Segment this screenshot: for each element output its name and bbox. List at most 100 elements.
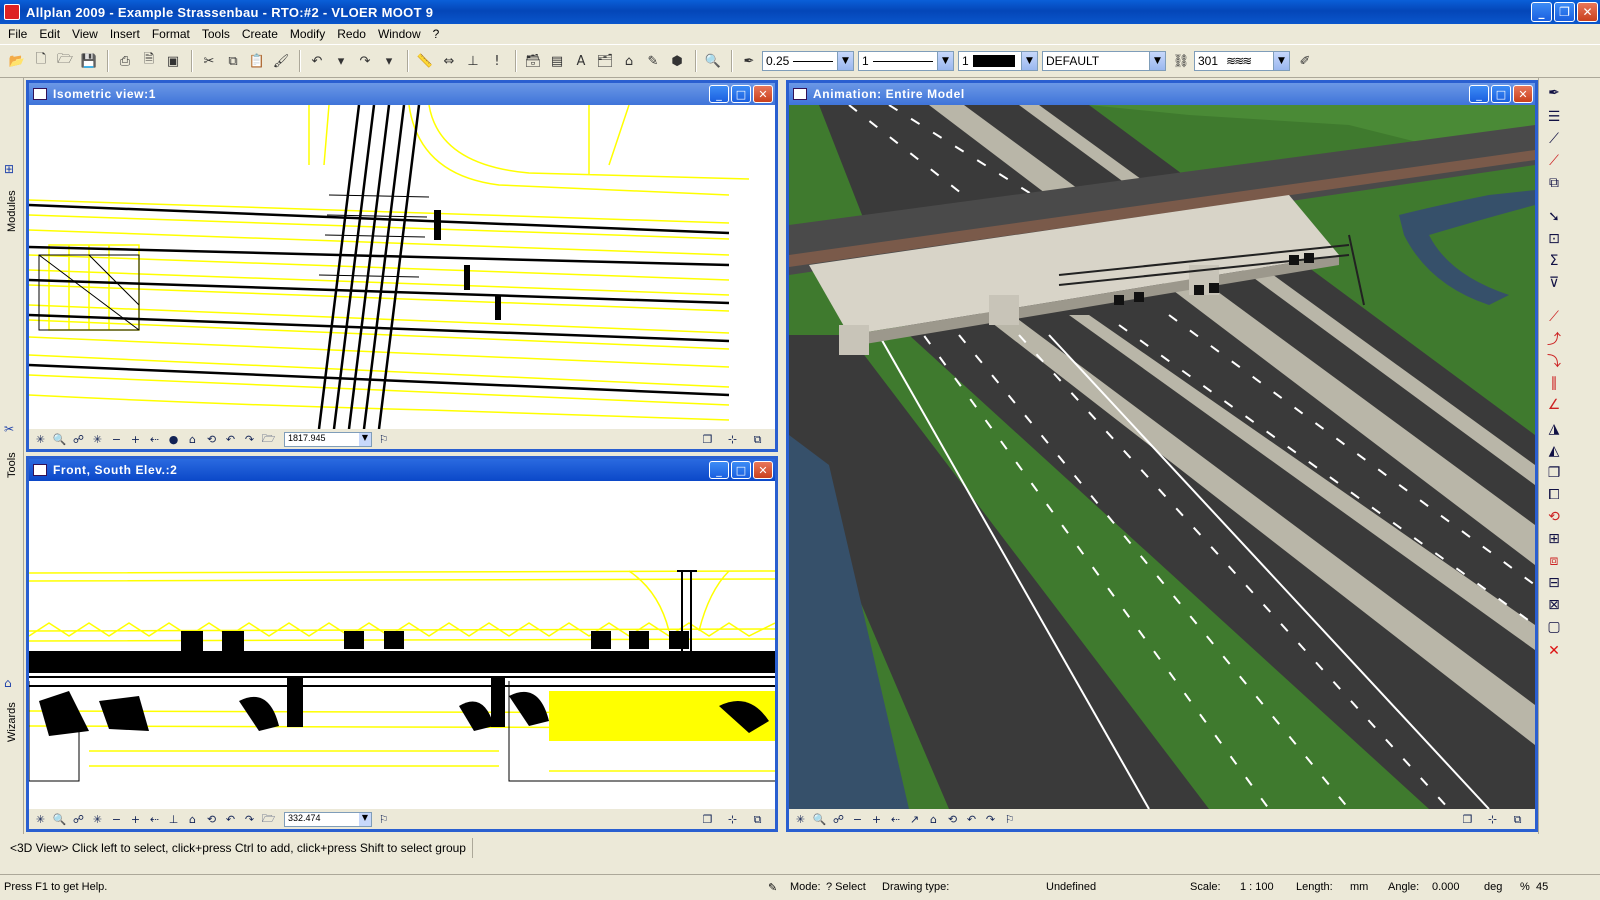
previous-view-icon[interactable]: ⇠ bbox=[888, 812, 903, 827]
menu-view[interactable]: View bbox=[68, 27, 106, 41]
building-icon[interactable]: ⌂ bbox=[618, 50, 640, 72]
print-preview-icon[interactable]: 🗎 bbox=[138, 50, 160, 72]
front-elevation-window[interactable]: Front, South Elev.:2 _ □ ✕ ✳ 🔍 ☍ ✳ − + ⇠… bbox=[26, 456, 778, 832]
undo-view-icon[interactable]: ↶ bbox=[223, 812, 238, 827]
front-elevation-canvas[interactable] bbox=[29, 481, 775, 809]
navigation-icon[interactable]: ⟲ bbox=[204, 812, 219, 827]
restore-button[interactable]: ❐ bbox=[1554, 2, 1575, 22]
menu-modify[interactable]: Modify bbox=[286, 27, 333, 41]
zoom-out-icon[interactable]: − bbox=[850, 812, 865, 827]
measure-icon[interactable]: 📏 bbox=[414, 50, 436, 72]
front-maximize-button[interactable]: □ bbox=[731, 461, 751, 479]
cube-icon[interactable]: ⬢ bbox=[666, 50, 688, 72]
zoom-all-icon[interactable]: ✳ bbox=[90, 812, 105, 827]
filter-icon[interactable]: ⊽ bbox=[1545, 274, 1563, 292]
pan-icon[interactable]: ☍ bbox=[831, 812, 846, 827]
animation-close-button[interactable]: ✕ bbox=[1513, 85, 1533, 103]
navigation-icon[interactable]: ⟲ bbox=[204, 432, 219, 447]
open-file-icon[interactable]: 🗁 bbox=[54, 50, 76, 72]
menu-insert[interactable]: Insert bbox=[106, 27, 148, 41]
move-icon[interactable]: ⧠ bbox=[1545, 486, 1563, 504]
menu-file[interactable]: File bbox=[4, 27, 35, 41]
window-cascade-icon[interactable]: ❐ bbox=[700, 432, 715, 447]
undo-dropdown-icon[interactable]: ▾ bbox=[330, 50, 352, 72]
layer-icon[interactable]: ▤ bbox=[546, 50, 568, 72]
layer-select[interactable]: DEFAULT ▼ bbox=[1042, 51, 1166, 71]
crosshair-icon[interactable]: ⊹ bbox=[1485, 812, 1500, 827]
format-painter-icon[interactable]: 🖌 bbox=[270, 50, 292, 72]
match-icon[interactable]: ⊠ bbox=[1545, 596, 1563, 614]
redo-view-icon[interactable]: ↷ bbox=[242, 812, 257, 827]
zoom-in-icon[interactable]: + bbox=[128, 432, 143, 447]
front-close-button[interactable]: ✕ bbox=[753, 461, 773, 479]
zoom-window-icon[interactable]: 🔍 bbox=[812, 812, 827, 827]
menu-help[interactable]: ? bbox=[429, 27, 448, 41]
crosshair-icon[interactable]: ⊹ bbox=[725, 812, 740, 827]
modify-curve-icon[interactable]: ⤴ bbox=[1545, 330, 1563, 348]
regenerate-icon[interactable]: ✳ bbox=[33, 812, 48, 827]
folder-tree-icon[interactable]: 🗂 bbox=[594, 50, 616, 72]
mirror-copy-icon[interactable]: ◭ bbox=[1545, 442, 1563, 460]
menu-tools[interactable]: Tools bbox=[198, 27, 238, 41]
rotate-icon[interactable]: ⟲ bbox=[1545, 508, 1563, 526]
undo-view-icon[interactable]: ↶ bbox=[223, 432, 238, 447]
tab-tools[interactable]: Tools bbox=[2, 442, 22, 478]
pan-icon[interactable]: ☍ bbox=[71, 432, 86, 447]
navigation-icon[interactable]: ⟲ bbox=[945, 812, 960, 827]
zoom-out-icon[interactable]: − bbox=[109, 432, 124, 447]
pen-icon[interactable]: ✒ bbox=[738, 50, 760, 72]
view-copy-icon[interactable]: ⧉ bbox=[1510, 812, 1525, 827]
dimension-icon[interactable]: ⇔ bbox=[438, 50, 460, 72]
select-window-icon[interactable]: ⊡ bbox=[1545, 230, 1563, 248]
zoom-out-icon[interactable]: − bbox=[109, 812, 124, 827]
menu-window[interactable]: Window bbox=[374, 27, 429, 41]
view-type-icon[interactable]: ⌂ bbox=[926, 812, 941, 827]
pattern-select[interactable]: 301 ≋≋≋ ▼ bbox=[1194, 51, 1290, 71]
view-copy-icon[interactable]: ⧉ bbox=[750, 432, 765, 447]
brush-icon[interactable]: ✎ bbox=[642, 50, 664, 72]
previous-view-icon[interactable]: ⇠ bbox=[147, 812, 162, 827]
delete-icon[interactable]: ✕ bbox=[1545, 642, 1563, 660]
close-button[interactable]: ✕ bbox=[1577, 2, 1598, 22]
pin-icon[interactable]: ⚐ bbox=[376, 812, 391, 827]
view-type-icon[interactable]: ⌂ bbox=[185, 812, 200, 827]
front-zoom-field[interactable]: 332.474 ▼ bbox=[284, 811, 372, 827]
isometric-minimize-button[interactable]: _ bbox=[709, 85, 729, 103]
camera-path-icon[interactable]: ↗ bbox=[907, 812, 922, 827]
text-icon[interactable]: A bbox=[570, 50, 592, 72]
regenerate-icon[interactable]: ✳ bbox=[33, 432, 48, 447]
copy-icon[interactable]: ⧉ bbox=[222, 50, 244, 72]
zoom-in-icon[interactable]: + bbox=[128, 812, 143, 827]
scale-icon[interactable]: ⊞ bbox=[1545, 530, 1563, 548]
redo-view-icon[interactable]: ↷ bbox=[983, 812, 998, 827]
isometric-close-button[interactable]: ✕ bbox=[753, 85, 773, 103]
animation-minimize-button[interactable]: _ bbox=[1469, 85, 1489, 103]
menu-redo[interactable]: Redo bbox=[333, 27, 374, 41]
line-type-select[interactable]: 1 ▼ bbox=[858, 51, 954, 71]
minimize-button[interactable]: _ bbox=[1531, 2, 1552, 22]
color-tool-icon[interactable]: ⟋ bbox=[1545, 152, 1563, 170]
zoom-find-icon[interactable]: 🔍 bbox=[702, 50, 724, 72]
menu-create[interactable]: Create bbox=[238, 27, 286, 41]
mirror-icon[interactable]: ◮ bbox=[1545, 420, 1563, 438]
isometric-view-window[interactable]: Isometric view:1 _ □ ✕ ✳ 🔍 ☍ ✳ − + ⇠ ● ⌂… bbox=[26, 80, 778, 452]
distort-icon[interactable]: ⧈ bbox=[1545, 552, 1563, 570]
open-view-icon[interactable]: 🗁 bbox=[261, 432, 276, 447]
line-weights-icon[interactable]: ☰ bbox=[1545, 108, 1563, 126]
scale-value[interactable]: 1 : 100 bbox=[1240, 881, 1274, 893]
redo-view-icon[interactable]: ↷ bbox=[242, 432, 257, 447]
marker-icon[interactable]: ! bbox=[486, 50, 508, 72]
parallel-icon[interactable]: ∥ bbox=[1545, 374, 1563, 392]
link-icon[interactable]: ⛓ bbox=[1170, 50, 1192, 72]
previous-view-icon[interactable]: ⇠ bbox=[147, 432, 162, 447]
elevation-icon[interactable]: ⊥ bbox=[462, 50, 484, 72]
zoom-in-icon[interactable]: + bbox=[869, 812, 884, 827]
print-icon[interactable]: ⎙ bbox=[114, 50, 136, 72]
isometric-drawing-canvas[interactable] bbox=[29, 105, 775, 429]
isometric-zoom-field[interactable]: 1817.945 ▼ bbox=[284, 431, 372, 447]
pen-tool-icon[interactable]: ✒ bbox=[1545, 84, 1563, 102]
tab-modules[interactable]: Modules bbox=[2, 182, 22, 232]
render-icon[interactable]: ● bbox=[166, 432, 181, 447]
window-cascade-icon[interactable]: ❐ bbox=[1460, 812, 1475, 827]
array-icon[interactable]: ⊟ bbox=[1545, 574, 1563, 592]
